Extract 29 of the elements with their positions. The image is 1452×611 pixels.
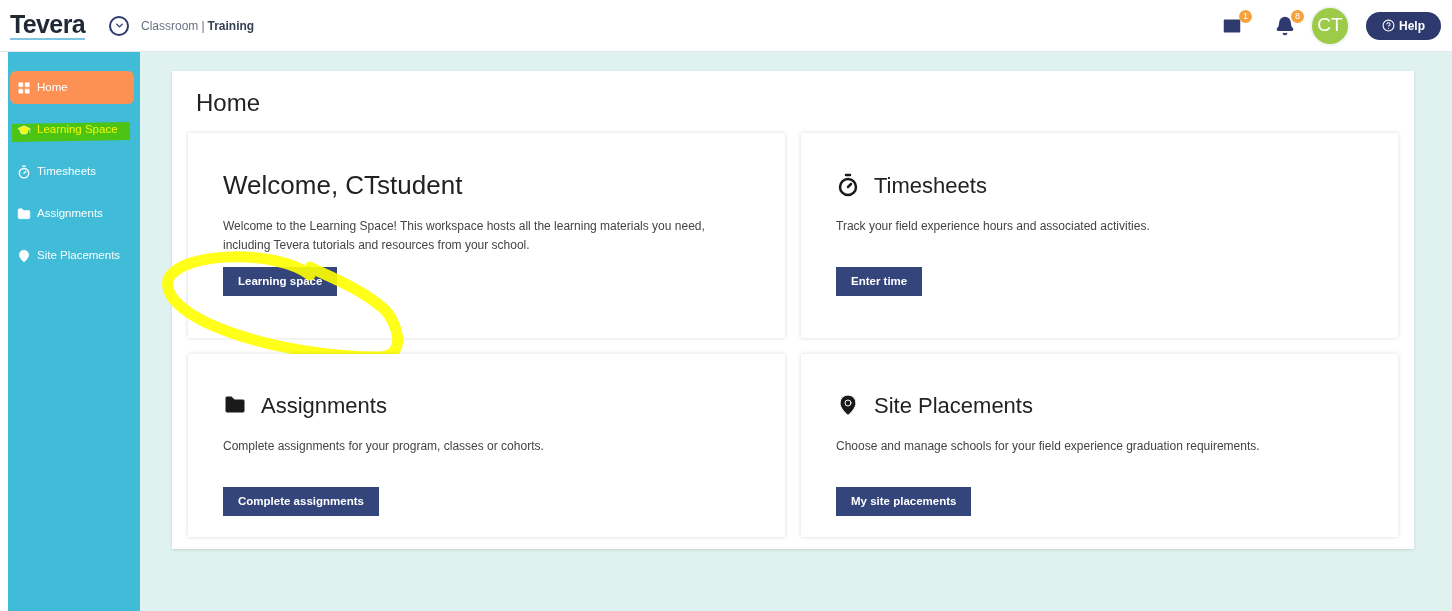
card-button[interactable]: Complete assignments	[223, 487, 379, 516]
stopwatch-icon	[17, 164, 31, 179]
map-pin-icon	[17, 248, 31, 263]
folder-icon	[17, 206, 31, 221]
help-button[interactable]: Help	[1366, 11, 1441, 40]
mail-count-badge: 1	[1239, 9, 1252, 23]
card-description: Track your field experience hours and associated activities.	[836, 218, 1151, 235]
grid-icon	[17, 80, 31, 95]
chevron-down-icon	[113, 20, 125, 31]
card-description: Choose and manage schools for your field experience graduation requirements.	[836, 438, 1261, 455]
card-title: Timesheets	[874, 171, 987, 200]
card-button[interactable]: Enter time	[836, 267, 923, 296]
breadcrumb-current: Training	[207, 17, 255, 35]
card-description: Complete assignments for your program, classes or cohorts.	[223, 438, 545, 455]
bell-icon	[1275, 15, 1295, 36]
page-title: Home	[196, 88, 262, 118]
card-title: Assignments	[261, 391, 387, 420]
stopwatch-icon	[836, 173, 860, 197]
help-icon	[1382, 19, 1395, 32]
notification-count-badge: 8	[1291, 9, 1304, 23]
card-title: Site Placements	[874, 391, 1033, 420]
graduation-cap-icon	[17, 122, 31, 137]
breadcrumb-separator: |	[201, 17, 205, 35]
dropdown-toggle[interactable]	[109, 15, 129, 36]
breadcrumb-context: Classroom	[141, 17, 199, 35]
card-button[interactable]: My site placements	[836, 487, 972, 516]
card-title: Welcome, CTstudent	[223, 168, 463, 202]
logo[interactable]: Tevera	[10, 11, 85, 40]
card-description: Welcome to the Learning Space! This workspace hosts all the learning materials you need, including Tevera tutorials and resources from your school.	[223, 218, 706, 254]
